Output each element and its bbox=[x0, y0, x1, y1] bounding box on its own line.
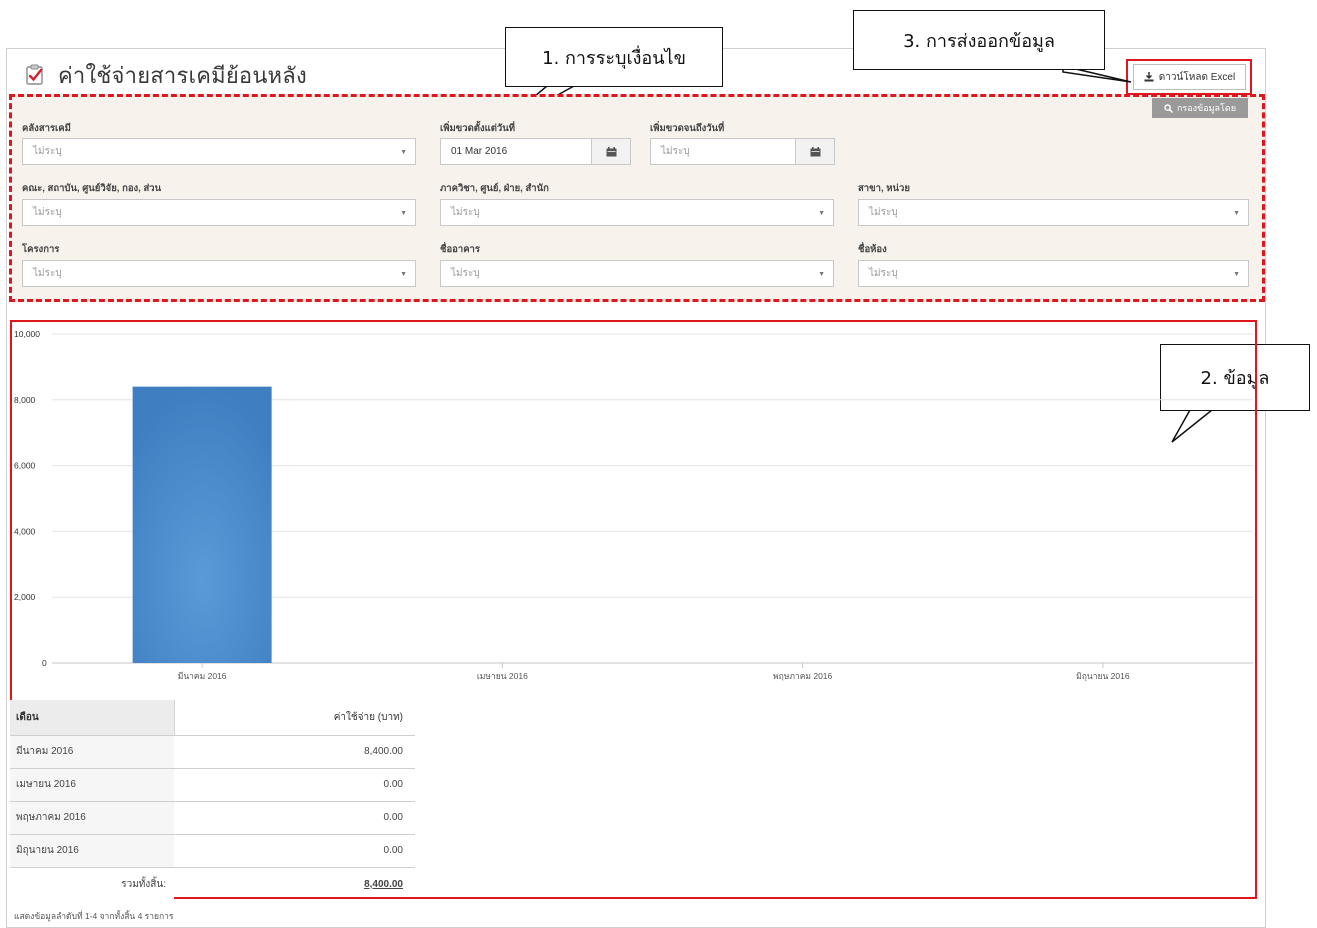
month-cell: มีนาคม 2016 bbox=[10, 735, 174, 769]
x-tick-label: พฤษภาคม 2016 bbox=[773, 671, 833, 681]
expense-cell: 8,400.00 bbox=[174, 735, 415, 769]
table-row: เมษายน 2016 0.00 bbox=[10, 768, 415, 802]
table-row: มีนาคม 2016 8,400.00 bbox=[10, 735, 415, 769]
y-tick-label: 6,000 bbox=[14, 461, 36, 471]
y-tick-label: 8,000 bbox=[14, 395, 36, 405]
month-cell: พฤษภาคม 2016 bbox=[10, 801, 174, 835]
table-row: พฤษภาคม 2016 0.00 bbox=[10, 801, 415, 835]
month-cell: เมษายน 2016 bbox=[10, 768, 174, 802]
x-tick-label: มีนาคม 2016 bbox=[178, 671, 227, 681]
column-header-expense[interactable]: ค่าใช้จ่าย (บาท) bbox=[174, 700, 415, 736]
month-cell: มิถุนายน 2016 bbox=[10, 834, 174, 868]
expense-cell: 0.00 bbox=[174, 834, 415, 868]
expense-cell: 0.00 bbox=[174, 801, 415, 835]
column-header-month[interactable]: เดือน bbox=[10, 700, 175, 736]
x-tick-label: มิถุนายน 2016 bbox=[1076, 671, 1130, 682]
pagination-info: แสดงข้อมูลลำดับที่ 1-4 จากทั้งสิ้น 4 ราย… bbox=[14, 911, 174, 921]
y-tick-label: 4,000 bbox=[14, 526, 36, 536]
x-tick-label: เมษายน 2016 bbox=[477, 671, 528, 681]
table-header-row: เดือน ค่าใช้จ่าย (บาท) bbox=[10, 700, 415, 736]
bar[interactable] bbox=[132, 386, 272, 663]
total-label: รวมทั้งสิ้น: bbox=[10, 867, 174, 901]
expense-cell: 0.00 bbox=[174, 768, 415, 802]
total-value: 8,400.00 bbox=[364, 878, 403, 890]
y-tick-label: 2,000 bbox=[14, 592, 36, 602]
y-tick-label: 10,000 bbox=[14, 329, 40, 339]
table-row: มิถุนายน 2016 0.00 bbox=[10, 834, 415, 868]
table-total-row: รวมทั้งสิ้น: 8,400.00 bbox=[10, 867, 415, 901]
y-tick-label: 0 bbox=[42, 658, 47, 668]
expense-table: เดือน ค่าใช้จ่าย (บาท) มีนาคม 2016 8,400… bbox=[10, 700, 415, 901]
